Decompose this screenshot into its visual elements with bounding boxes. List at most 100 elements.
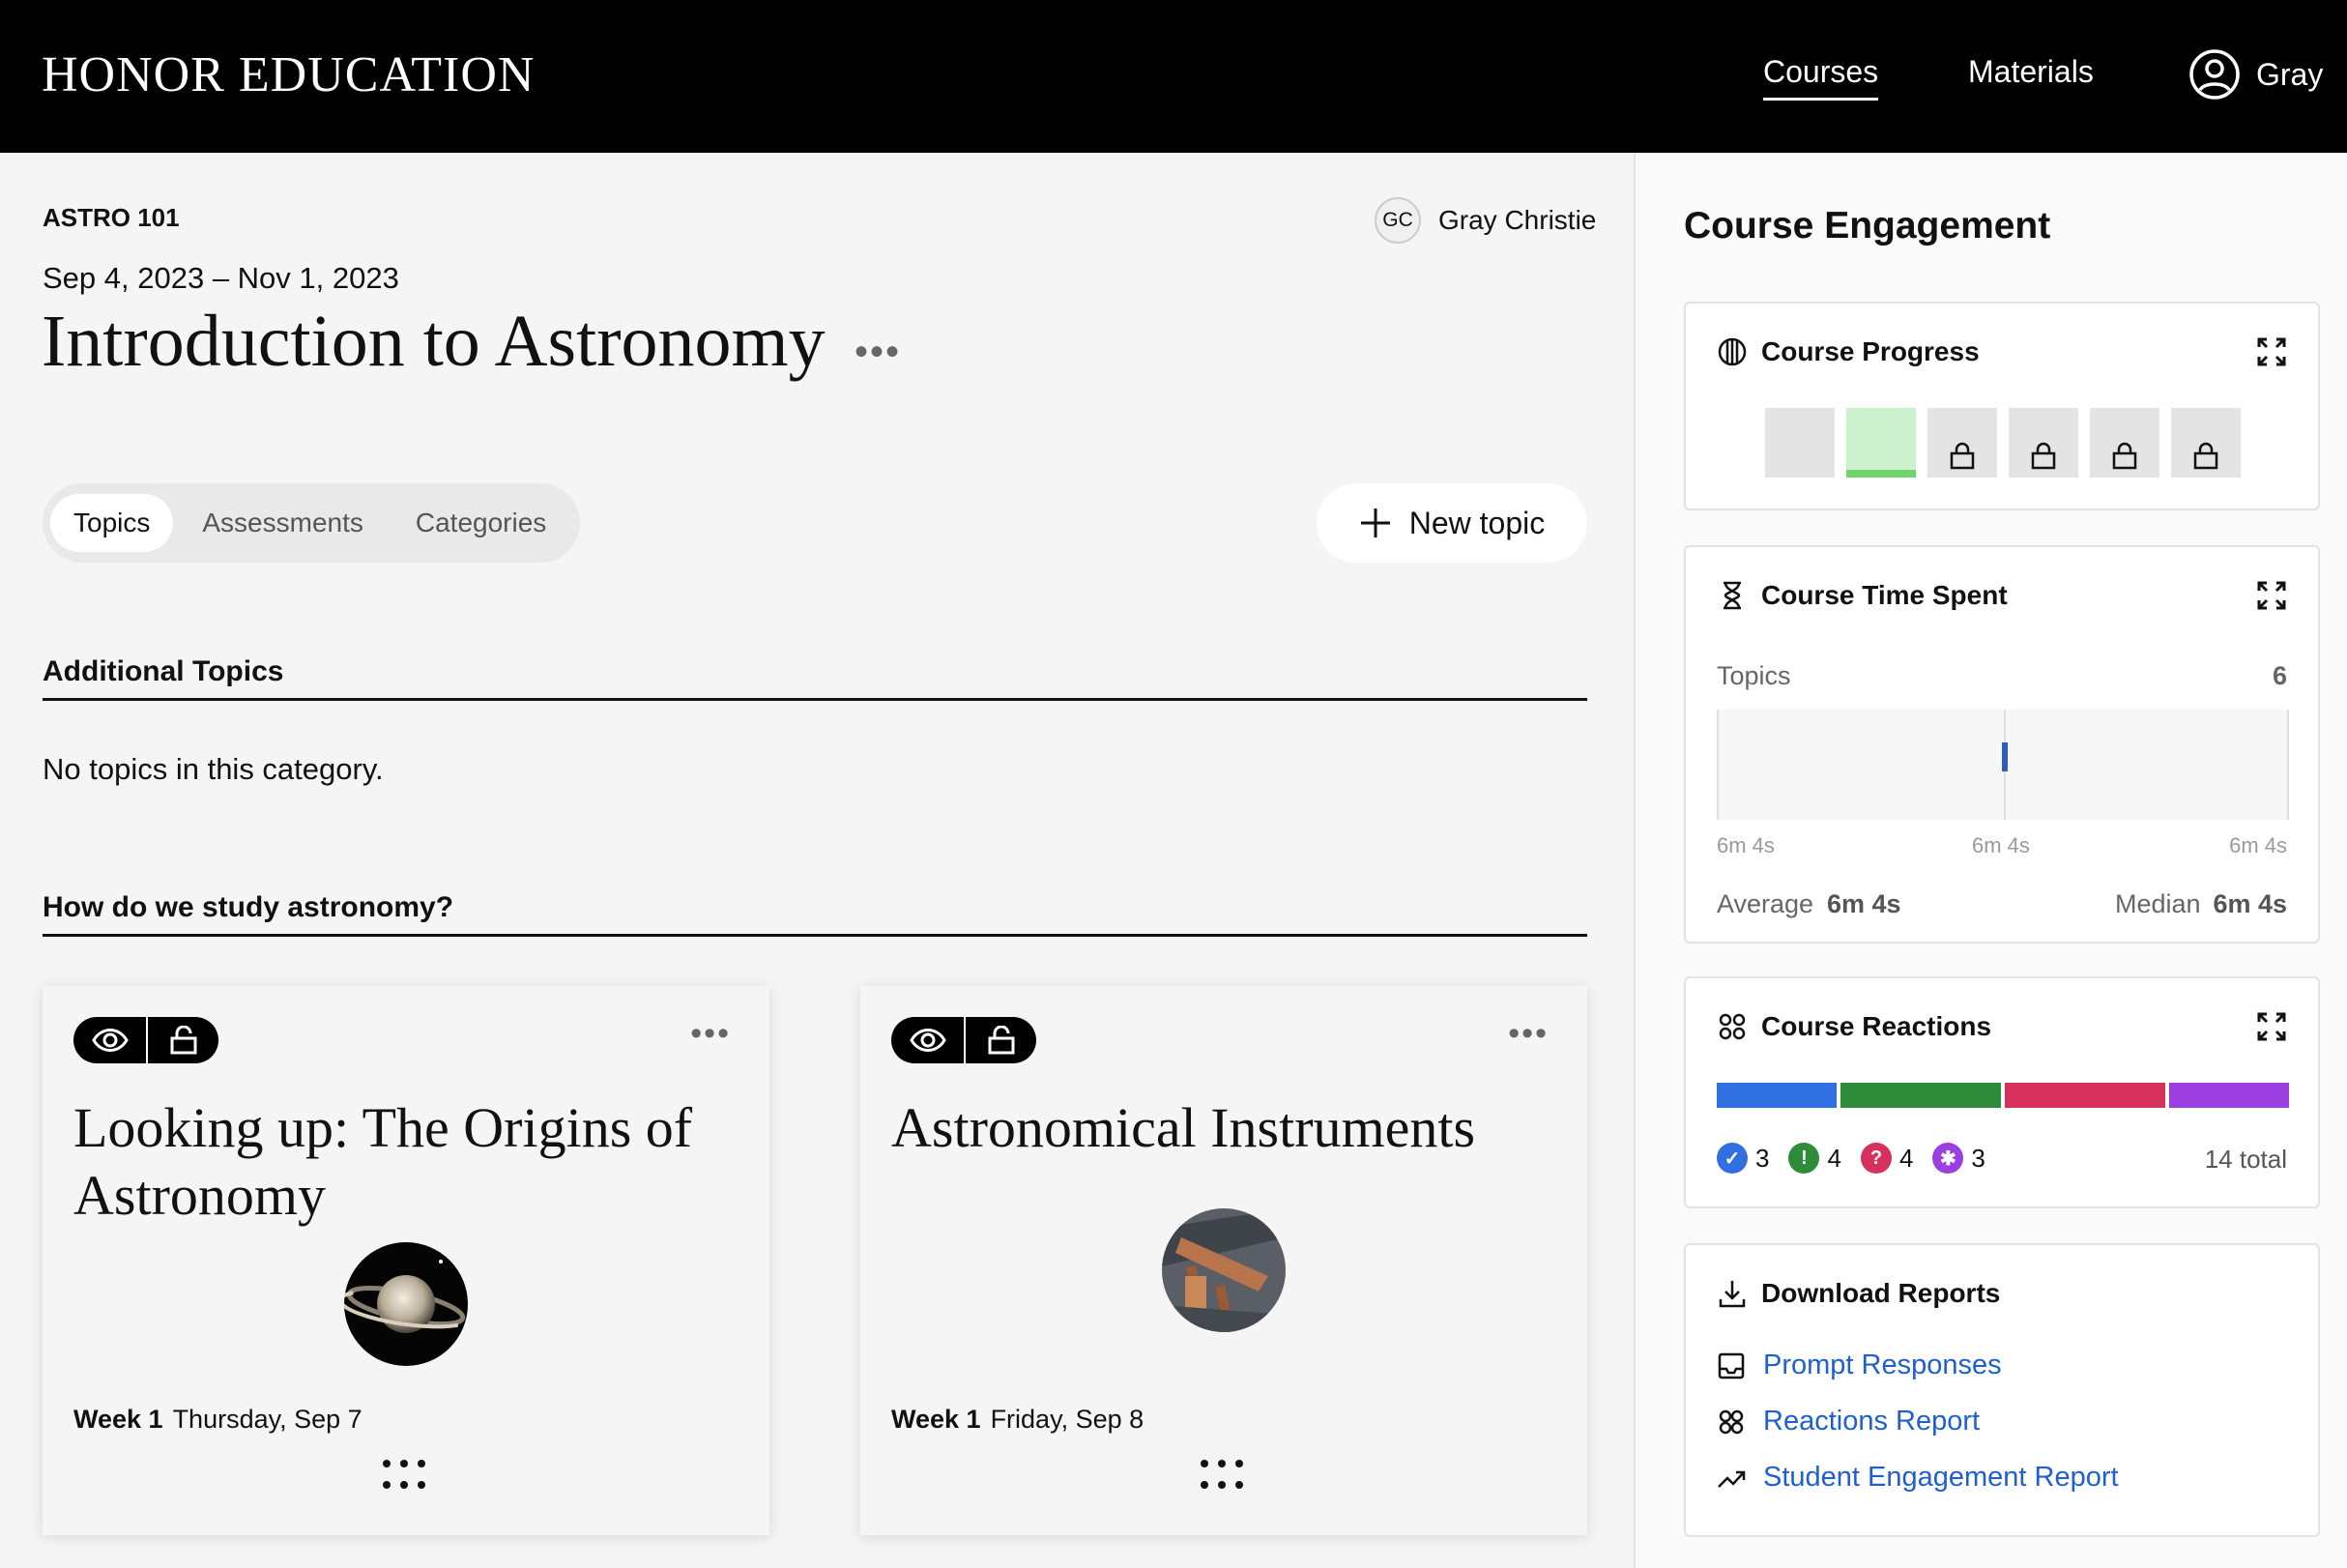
top-nav-bar: HONOR EDUCATION Courses Materials Gray [0, 0, 2347, 153]
card-title[interactable]: Astronomical Instruments [891, 1094, 1549, 1162]
reaction-count: 3 [1755, 1143, 1770, 1173]
nav-materials[interactable]: Materials [1968, 54, 2094, 90]
card-title[interactable]: Looking up: The Origins of Astronomy [73, 1094, 731, 1230]
progress-step-locked[interactable] [1927, 408, 1997, 478]
nav-courses[interactable]: Courses [1763, 54, 1879, 101]
user-name: Gray [2256, 56, 2324, 92]
progress-step-locked[interactable] [2009, 408, 2078, 478]
hourglass-icon [1724, 581, 1741, 610]
tab-topics[interactable]: Topics [50, 494, 174, 552]
panel-title: Course Time Spent [1761, 580, 2008, 610]
expand-icon[interactable] [2256, 336, 2287, 367]
panel-title: Course Reactions [1761, 1011, 1992, 1041]
eye-icon [91, 1029, 129, 1052]
report-link-label: Prompt Responses [1763, 1350, 2002, 1380]
reactions-icon [1719, 1409, 1744, 1434]
reaction-count: 4 [1827, 1143, 1841, 1173]
topic-card[interactable]: ••• Astronomical Instruments Week 1 Frida… [860, 986, 1587, 1535]
reaction-segment[interactable] [2005, 1083, 2165, 1108]
instructor[interactable]: GC Gray Christie [1375, 197, 1596, 244]
reaction-count-asterisk[interactable]: ✱ 3 [1932, 1143, 1985, 1174]
lock-toggle[interactable] [964, 1017, 1036, 1063]
engagement-title: Course Engagement [1684, 205, 2051, 247]
drag-handle-icon[interactable] [1199, 1458, 1245, 1491]
course-time-spent-panel: Course Time Spent Topics 6 6m 4s 6m 4s 6… [1684, 545, 2320, 944]
report-link-prompt-responses[interactable]: Prompt Responses [1717, 1350, 2002, 1381]
user-menu[interactable]: Gray [2188, 48, 2323, 101]
asterisk-icon: ✱ [1932, 1143, 1964, 1174]
average-label: Average [1717, 889, 1814, 918]
expand-icon[interactable] [2256, 1011, 2287, 1042]
check-icon: ✓ [1717, 1143, 1748, 1174]
topic-count: 6 [2272, 661, 2287, 690]
report-link-label: Student Engagement Report [1763, 1462, 2119, 1493]
tab-assessments[interactable]: Assessments [179, 494, 387, 552]
reaction-count: 3 [1971, 1143, 1985, 1173]
lock-toggle[interactable] [146, 1017, 218, 1063]
card-status-pill [891, 1017, 1036, 1063]
question-icon: ? [1860, 1143, 1892, 1174]
course-dates: Sep 4, 2023 – Nov 1, 2023 [43, 261, 399, 295]
course-code: ASTRO 101 [43, 203, 180, 232]
progress-step[interactable] [1765, 408, 1835, 478]
reactions-bar[interactable] [1717, 1083, 2289, 1108]
card-status-pill [73, 1017, 218, 1063]
visibility-toggle[interactable] [891, 1017, 964, 1063]
reactions-total: 14 total [2204, 1145, 2287, 1174]
section-heading-additional: Additional Topics [43, 655, 1587, 701]
download-icon [1719, 1281, 1746, 1308]
reaction-count-question[interactable]: ? 4 [1860, 1143, 1914, 1174]
exclamation-icon: ! [1788, 1143, 1820, 1174]
report-link-reactions[interactable]: Reactions Report [1717, 1406, 1980, 1437]
time-spent-chart[interactable] [1717, 710, 2289, 820]
card-schedule: Week 1 Thursday, Sep 7 [73, 1405, 362, 1435]
unlock-icon [170, 1026, 196, 1055]
download-reports-panel: Download Reports Prompt Responses Reacti… [1684, 1243, 2320, 1537]
reaction-segment[interactable] [1840, 1083, 2001, 1108]
brand-logo[interactable]: HONOR EDUCATION [42, 46, 535, 103]
tick-label-max: 6m 4s [2229, 833, 2287, 857]
topic-card[interactable]: ••• Looking up: The Origins of Astronomy… [43, 986, 769, 1535]
card-week: Week 1 [891, 1405, 981, 1434]
instructor-avatar: GC [1375, 197, 1421, 244]
drag-handle-icon[interactable] [381, 1458, 427, 1491]
eye-icon [909, 1029, 946, 1052]
card-date: Thursday, Sep 7 [172, 1405, 362, 1434]
reaction-count-check[interactable]: ✓ 3 [1717, 1143, 1769, 1174]
card-schedule: Week 1 Friday, Sep 8 [891, 1405, 1144, 1435]
card-more-menu-icon[interactable]: ••• [1508, 1015, 1549, 1053]
new-topic-button[interactable]: New topic [1317, 483, 1587, 563]
reaction-segment[interactable] [2168, 1083, 2289, 1108]
empty-category-message: No topics in this category. [43, 752, 384, 786]
report-link-student-engagement[interactable]: Student Engagement Report [1717, 1462, 2119, 1494]
lock-icon [2193, 442, 2218, 470]
expand-icon[interactable] [2256, 580, 2287, 611]
tab-categories[interactable]: Categories [392, 494, 569, 552]
lock-icon [2031, 442, 2056, 470]
card-week: Week 1 [73, 1405, 163, 1434]
panel-title: Course Progress [1761, 336, 1980, 366]
card-date: Friday, Sep 8 [990, 1405, 1145, 1434]
median-label: Median [2115, 889, 2201, 918]
saturn-thumbnail [344, 1242, 468, 1366]
reaction-count: 4 [1898, 1143, 1914, 1173]
time-marker[interactable] [2002, 742, 2008, 771]
visibility-toggle[interactable] [73, 1017, 146, 1063]
median-value: 6m 4s [2213, 889, 2287, 918]
card-more-menu-icon[interactable]: ••• [690, 1015, 731, 1053]
plus-icon [1360, 508, 1390, 537]
report-link-label: Reactions Report [1763, 1406, 1981, 1437]
engagement-sidebar: Course Engagement Course Progress Course… [1634, 153, 2347, 1568]
progress-step-completed[interactable] [1846, 408, 1916, 478]
tick-label-min: 6m 4s [1717, 833, 1775, 857]
progress-step-locked[interactable] [2090, 408, 2159, 478]
reaction-segment[interactable] [1717, 1083, 1838, 1108]
course-more-menu-icon[interactable]: ••• [855, 331, 901, 374]
course-tabs: Topics Assessments Categories [43, 483, 580, 563]
lock-icon [2112, 442, 2137, 470]
reaction-count-exclamation[interactable]: ! 4 [1788, 1143, 1841, 1174]
new-topic-label: New topic [1408, 505, 1546, 540]
user-avatar-icon [2189, 49, 2240, 100]
unlock-icon [988, 1026, 1014, 1055]
progress-step-locked[interactable] [2171, 408, 2241, 478]
